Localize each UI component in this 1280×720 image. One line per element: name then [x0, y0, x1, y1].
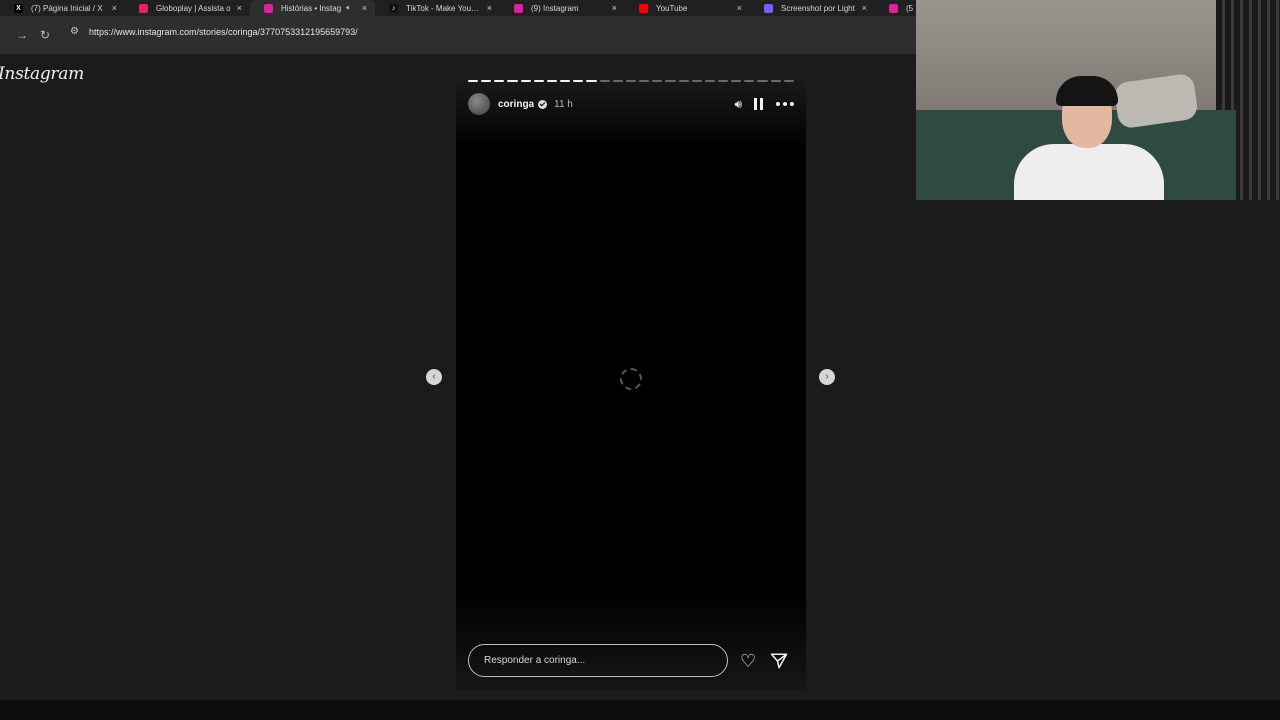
tab-close-icon[interactable]: ×	[487, 3, 492, 13]
pause-icon[interactable]	[754, 98, 764, 110]
avatar[interactable]	[468, 93, 490, 115]
story-progress-segment	[757, 80, 768, 82]
send-icon[interactable]	[770, 652, 788, 670]
story-progress-segment	[744, 80, 755, 82]
story-timestamp: 11 h	[554, 98, 573, 110]
globoplay-icon	[139, 3, 148, 13]
story-progress-segment	[652, 80, 663, 82]
story-progress-segment	[533, 80, 544, 82]
tab-title: Screenshot por Light	[781, 3, 855, 13]
story-progress-bar	[468, 80, 794, 82]
tab-audio-icon[interactable]: 🔈︎	[346, 3, 351, 13]
screen: X (7) Página Inicial / X × Globoplay | Assi…	[0, 0, 1280, 720]
story-progress-segment	[678, 80, 689, 82]
story-progress-segment	[560, 80, 571, 82]
story-progress-segment	[507, 80, 518, 82]
more-options-icon[interactable]	[776, 102, 794, 106]
tab-title: (9) Instagram	[531, 3, 579, 13]
story-progress-segment	[468, 80, 479, 82]
browser-tab[interactable]: YouTube ×	[625, 0, 750, 16]
story-progress-segment	[586, 80, 597, 82]
tab-title: YouTube	[656, 3, 688, 13]
tab-close-icon[interactable]: ×	[737, 3, 742, 13]
address-bar[interactable]: ⚙ https://www.instagram.com/stories/cori…	[64, 24, 916, 48]
story-progress-segment	[599, 80, 610, 82]
story-progress-segment	[520, 80, 531, 82]
reload-icon[interactable]: ↻	[40, 28, 50, 42]
story-progress-segment	[704, 80, 715, 82]
story-controls: 🔊︎	[734, 98, 794, 110]
lightshot-icon	[764, 3, 773, 13]
story-username[interactable]: coringa	[498, 99, 534, 110]
story-top-gradient	[456, 80, 806, 150]
story-header: coringa 11 h 🔊︎	[468, 93, 794, 115]
tab-title: Globoplay | Assista o	[156, 3, 231, 13]
youtube-icon	[639, 3, 648, 13]
story-progress-segment	[691, 80, 702, 82]
story-progress-segment	[481, 80, 492, 82]
tab-close-icon[interactable]: ×	[237, 3, 242, 13]
instagram-icon	[264, 3, 273, 13]
url-text[interactable]: https://www.instagram.com/stories/coring…	[89, 27, 358, 37]
tiktok-icon: ♪	[389, 3, 398, 13]
webcam-person-cap	[1056, 76, 1118, 106]
browser-tab-strip: X (7) Página Inicial / X × Globoplay | Assi…	[0, 0, 916, 16]
tab-title: (7) Página Inicial / X	[31, 3, 103, 13]
story-progress-segment	[665, 80, 676, 82]
story-progress-segment	[731, 80, 742, 82]
story-progress-segment	[573, 80, 584, 82]
webcam-person	[1006, 76, 1166, 200]
story-progress-segment	[770, 80, 781, 82]
browser-tab[interactable]: (5	[875, 0, 916, 16]
story-viewer[interactable]: coringa 11 h 🔊︎ ♡	[456, 80, 806, 690]
story-progress-segment	[783, 80, 794, 82]
verified-badge-icon	[538, 99, 548, 109]
tab-title: Histórias • Instag	[281, 3, 342, 13]
story-progress-segment	[494, 80, 505, 82]
tab-close-icon[interactable]: ×	[112, 3, 117, 13]
tab-close-icon[interactable]: ×	[362, 3, 367, 13]
volume-icon[interactable]: 🔊︎	[734, 98, 742, 110]
story-progress-segment	[625, 80, 637, 82]
story-progress-segment	[639, 80, 650, 82]
browser-tab[interactable]: X (7) Página Inicial / X ×	[0, 0, 125, 16]
next-story-button[interactable]: ›	[819, 369, 835, 385]
browser-tab[interactable]: Screenshot por Light ×	[750, 0, 875, 16]
browser-tab[interactable]: Histórias • Instag 🔈︎ ×	[250, 0, 375, 16]
browser-tab[interactable]: (9) Instagram ×	[500, 0, 625, 16]
instagram-icon	[889, 3, 898, 13]
browser-tab[interactable]: Globoplay | Assista o ×	[125, 0, 250, 16]
story-progress-segment	[717, 80, 729, 82]
loading-spinner-icon	[620, 368, 642, 390]
site-info-icon[interactable]: ⚙	[70, 26, 79, 37]
x-logo-icon: X	[14, 3, 23, 13]
instagram-icon	[514, 3, 523, 13]
instagram-page: Instagram ‹ › coringa 11 h 🔊︎ ♡	[0, 54, 916, 700]
tab-close-icon[interactable]: ×	[612, 3, 617, 13]
story-progress-segment	[546, 80, 558, 82]
tab-title: (5	[906, 3, 914, 13]
tab-title: TikTok - Make Your D	[406, 3, 481, 13]
reply-input[interactable]	[468, 644, 728, 677]
bottom-black-bar	[0, 700, 1280, 720]
heart-icon[interactable]: ♡	[740, 652, 756, 670]
tab-close-icon[interactable]: ×	[862, 3, 867, 13]
forward-arrow-icon[interactable]: →	[16, 28, 28, 42]
story-progress-segment	[612, 80, 623, 82]
webcam-person-shirt	[1014, 144, 1164, 200]
webcam-overlay	[916, 0, 1280, 200]
previous-story-button[interactable]: ‹	[426, 369, 442, 385]
instagram-logo[interactable]: Instagram	[0, 64, 84, 84]
browser-tab[interactable]: ♪ TikTok - Make Your D ×	[375, 0, 500, 16]
